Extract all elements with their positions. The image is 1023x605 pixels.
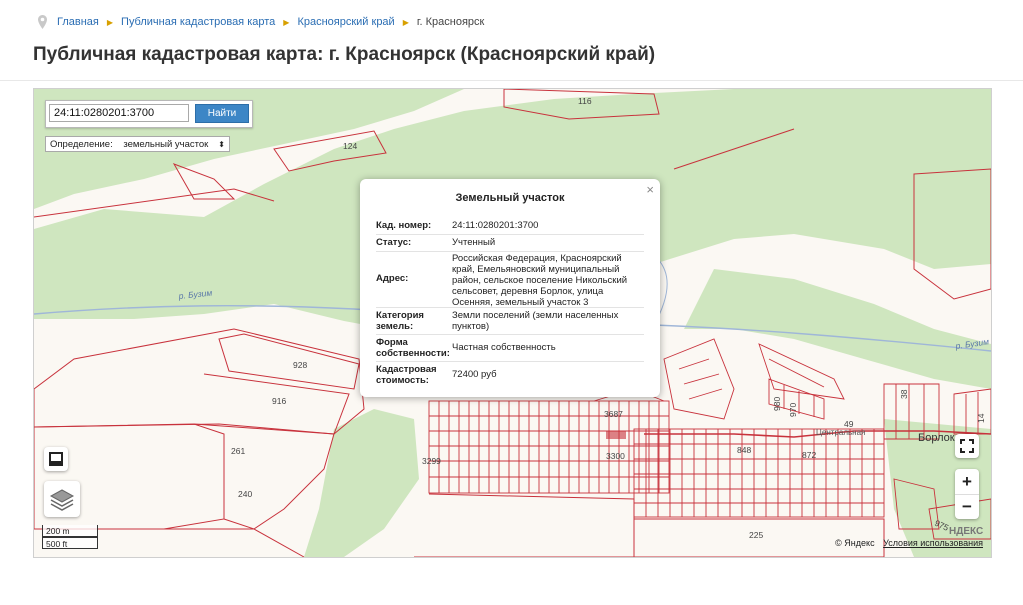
breadcrumb-separator-icon: ▶ [402,17,409,27]
parcel-label: 3687 [604,409,623,419]
parcel-label: 124 [343,141,357,151]
row-key: Форма собственности: [376,337,450,359]
parcel-label: 261 [231,446,245,456]
row-key: Категория земель: [376,310,424,332]
definition-value: земельный участок [123,139,209,150]
parcel-info-popup: × Земельный участок Кад. номер: 24:11:02… [360,179,660,397]
highlighted-parcel [606,431,626,439]
ruler-icon [49,452,63,466]
fullscreen-icon [960,439,974,453]
parcel-label: 928 [293,360,307,370]
parcel-label: 240 [238,489,252,499]
parcel-label: 3299 [422,456,441,466]
parcel-column-line [438,401,660,493]
parcel-label: 980 [772,397,782,411]
popup-row-ownership: Форма собственности: Частная собственнос… [376,337,644,362]
map-viewport[interactable]: 116 124 928 916 261 240 3299 3300 3687 8… [33,88,992,558]
row-value: 24:11:0280201:3700 [452,220,539,231]
parcel-row-line [634,443,884,504]
parcel-outline [34,328,365,435]
definition-label: Определение: [50,139,113,150]
search-panel: Найти [45,100,253,128]
page-title: Публичная кадастровая карта: г. Краснояр… [33,44,656,65]
breadcrumb-home[interactable]: Главная [57,16,99,28]
parcel-outline [172,163,236,200]
row-key: Статус: [376,237,412,248]
breadcrumb: Главная ▶ Публичная кадастровая карта ▶ … [38,13,484,31]
row-value: Земли поселений (земли населенных пункто… [452,310,619,332]
location-pin-icon [38,15,47,29]
scale-bar: 200 m 500 ft [42,525,98,549]
row-value: Российская Федерация, Красноярский край,… [452,253,628,308]
definition-select[interactable]: Определение: земельный участок ⬍ [45,136,230,152]
village-label: Борлок [918,432,955,444]
scale-feet: 500 ft [42,537,98,549]
breadcrumb-city: г. Красноярск [416,16,485,28]
terms-of-use-link[interactable]: Условия использования [883,538,983,548]
breadcrumb-cadastral-map[interactable]: Публичная кадастровая карта [121,16,275,28]
parcel-label: 3300 [606,451,625,461]
parcel-label: 916 [272,396,286,406]
zoom-in-button[interactable]: + [955,469,979,495]
popup-title: Земельный участок [455,192,565,204]
parcel-label: 116 [578,96,592,106]
popup-row-land-category: Категория земель: Земли поселений (земли… [376,310,644,335]
parcel-outline [768,358,825,388]
parcel-block [633,428,885,518]
row-value: 72400 руб [452,369,497,380]
fullscreen-button[interactable] [955,434,979,458]
yandex-mark: НДЕКС [949,526,983,537]
cadastral-number-input[interactable] [49,104,189,122]
parcel-label: 872 [802,450,816,460]
layers-icon [49,489,75,511]
row-key: Кад. номер: [376,220,432,231]
breadcrumb-separator-icon: ▶ [106,17,114,27]
layers-button[interactable] [44,481,80,517]
zoom-out-button[interactable]: − [955,495,979,519]
popup-row-address: Адрес: Российская Федерация, Красноярски… [376,253,644,308]
chevron-updown-icon: ⬍ [218,140,225,149]
row-key: Кадастровая стоимость: [376,364,437,386]
popup-row-cadastral-value: Кадастровая стоимость: 72400 руб [376,364,644,388]
parcel-column-line [645,429,875,517]
find-button[interactable]: Найти [195,104,249,123]
parcel-outline [678,358,723,400]
row-key: Адрес: [376,273,409,284]
parcel-outline [193,423,335,530]
parcel-label: 970 [788,403,798,417]
breadcrumb-separator-icon: ▶ [283,17,290,27]
row-value: Частная собственность [452,342,556,353]
parcel-label: 14 [976,413,986,423]
ruler-button[interactable] [44,447,68,471]
scale-meters: 200 m [42,525,98,537]
parcel-label: 38 [899,389,909,399]
row-value: Учтенный [452,237,496,248]
parcel-label: 225 [749,530,763,540]
yandex-copyright: © Яндекс [835,538,875,548]
parcel-label: 848 [737,445,751,455]
popup-row-cadastral-number: Кад. номер: 24:11:0280201:3700 [376,220,644,235]
popup-row-status: Статус: Учтенный [376,237,644,252]
forest-area [304,409,419,557]
parcel-outline [414,493,635,557]
divider [0,80,1023,81]
parcel-outline [663,338,735,420]
breadcrumb-region[interactable]: Красноярский край [297,16,394,28]
zoom-control: + − [955,469,979,519]
street-label: Центральная [816,428,865,437]
map-copyright: © Яндекс Условия использования [835,538,983,548]
